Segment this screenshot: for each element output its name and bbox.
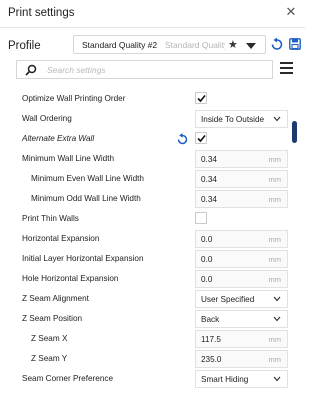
- chevron-down-icon: [273, 376, 281, 382]
- field-value: 0.0: [201, 275, 213, 284]
- setting-row-min-even-wall-line-width: Minimum Even Wall Line Width 0.34 mm: [0, 170, 288, 190]
- setting-label: Optimize Wall Printing Order: [22, 94, 126, 103]
- chevron-down-icon: [273, 316, 281, 322]
- setting-row-alternate-extra-wall: Alternate Extra Wall: [0, 130, 288, 150]
- min-even-wall-line-width-input[interactable]: 0.34 mm: [195, 170, 288, 188]
- setting-label: Z Seam Alignment: [22, 294, 89, 303]
- save-icon[interactable]: [289, 38, 301, 50]
- field-unit: mm: [268, 355, 282, 364]
- setting-label: Z Seam Position: [22, 314, 83, 323]
- menu-icon[interactable]: [280, 62, 293, 75]
- horizontal-expansion-input[interactable]: 0.0 mm: [195, 230, 288, 248]
- check-icon: [197, 134, 206, 143]
- setting-row-initial-layer-horizontal-expansion: Initial Layer Horizontal Expansion 0.0 m…: [0, 250, 288, 270]
- setting-row-z-seam-y: Z Seam Y 235.0 mm: [0, 350, 288, 370]
- setting-label: Print Thin Walls: [22, 214, 79, 223]
- hole-horizontal-expansion-input[interactable]: 0.0 mm: [195, 270, 288, 288]
- setting-label: Alternate Extra Wall: [22, 134, 95, 143]
- setting-row-horizontal-expansion: Horizontal Expansion 0.0 mm: [0, 230, 288, 250]
- close-icon[interactable]: ✕: [283, 4, 299, 20]
- setting-label: Wall Ordering: [22, 114, 72, 123]
- search-input[interactable]: Search settings: [16, 60, 273, 79]
- setting-row-z-seam-x: Z Seam X 117.5 mm: [0, 330, 288, 350]
- setting-row-min-odd-wall-line-width: Minimum Odd Wall Line Width 0.34 mm: [0, 190, 288, 210]
- seam-corner-preference-dropdown[interactable]: Smart Hiding: [195, 370, 288, 388]
- profile-description: Standard Quality - 0...: [165, 40, 225, 50]
- field-value: 235.0: [201, 355, 222, 364]
- profile-selector[interactable]: Standard Quality #2 Standard Quality - 0…: [73, 35, 266, 54]
- setting-row-wall-ordering: Wall Ordering Inside To Outside: [0, 110, 288, 130]
- dropdown-value: Inside To Outside: [201, 115, 265, 124]
- field-unit: mm: [268, 255, 282, 264]
- field-value: 0.34: [201, 155, 217, 164]
- setting-row-optimize-wall-order: Optimize Wall Printing Order: [0, 90, 288, 110]
- field-value: 0.0: [201, 235, 213, 244]
- setting-row-hole-horizontal-expansion: Hole Horizontal Expansion 0.0 mm: [0, 270, 288, 290]
- profile-label: Profile: [8, 40, 41, 52]
- field-value: 0.34: [201, 195, 217, 204]
- field-value: 0.34: [201, 175, 217, 184]
- setting-row-min-wall-line-width: Minimum Wall Line Width 0.34 mm: [0, 150, 288, 170]
- search-placeholder: Search settings: [47, 65, 106, 75]
- dropdown-value: User Specified: [201, 295, 255, 304]
- field-unit: mm: [268, 155, 282, 164]
- wall-ordering-dropdown[interactable]: Inside To Outside: [195, 110, 288, 128]
- z-seam-x-input[interactable]: 117.5 mm: [195, 330, 288, 348]
- setting-row-print-thin-walls: Print Thin Walls: [0, 210, 288, 230]
- chevron-down-icon: [273, 296, 281, 302]
- z-seam-alignment-dropdown[interactable]: User Specified: [195, 290, 288, 308]
- field-unit: mm: [268, 275, 282, 284]
- scrollbar-thumb[interactable]: [292, 121, 297, 143]
- alternate-extra-wall-checkbox[interactable]: [195, 132, 207, 144]
- chevron-down-icon[interactable]: [244, 41, 258, 51]
- field-unit: mm: [268, 195, 282, 204]
- reset-icon[interactable]: [177, 133, 188, 145]
- setting-label: Z Seam Y: [31, 354, 68, 363]
- field-unit: mm: [268, 335, 282, 344]
- optimize-wall-order-checkbox[interactable]: [195, 92, 207, 104]
- setting-row-seam-corner-preference: Seam Corner Preference Smart Hiding: [0, 370, 288, 390]
- window-title: Print settings: [8, 7, 75, 19]
- setting-label: Minimum Odd Wall Line Width: [31, 194, 141, 203]
- z-seam-y-input[interactable]: 235.0 mm: [195, 350, 288, 368]
- setting-label: Hole Horizontal Expansion: [22, 274, 119, 283]
- setting-label: Z Seam X: [31, 334, 68, 343]
- min-odd-wall-line-width-input[interactable]: 0.34 mm: [195, 190, 288, 208]
- dropdown-value: Back: [201, 315, 220, 324]
- field-value: 0.0: [201, 255, 213, 264]
- profile-name: Standard Quality #2: [82, 40, 158, 50]
- setting-label: Initial Layer Horizontal Expansion: [22, 254, 144, 263]
- dropdown-value: Smart Hiding: [201, 375, 249, 384]
- z-seam-position-dropdown[interactable]: Back: [195, 310, 288, 328]
- setting-label: Horizontal Expansion: [22, 234, 100, 243]
- setting-row-z-seam-position: Z Seam Position Back: [0, 310, 288, 330]
- title-bar: Print settings ✕: [0, 0, 305, 28]
- setting-row-z-seam-alignment: Z Seam Alignment User Specified: [0, 290, 288, 310]
- field-value: 117.5: [201, 335, 221, 344]
- setting-label: Minimum Even Wall Line Width: [31, 174, 144, 183]
- print-thin-walls-checkbox[interactable]: [195, 212, 207, 224]
- search-icon: [25, 64, 37, 76]
- check-icon: [197, 94, 206, 103]
- chevron-down-icon: [273, 116, 281, 122]
- min-wall-line-width-input[interactable]: 0.34 mm: [195, 150, 288, 168]
- initial-layer-horizontal-expansion-input[interactable]: 0.0 mm: [195, 250, 288, 268]
- field-unit: mm: [268, 175, 282, 184]
- reset-icon[interactable]: [271, 37, 283, 51]
- field-unit: mm: [268, 235, 282, 244]
- star-icon[interactable]: ★: [228, 38, 238, 51]
- setting-label: Seam Corner Preference: [22, 374, 114, 383]
- setting-label: Minimum Wall Line Width: [22, 154, 115, 163]
